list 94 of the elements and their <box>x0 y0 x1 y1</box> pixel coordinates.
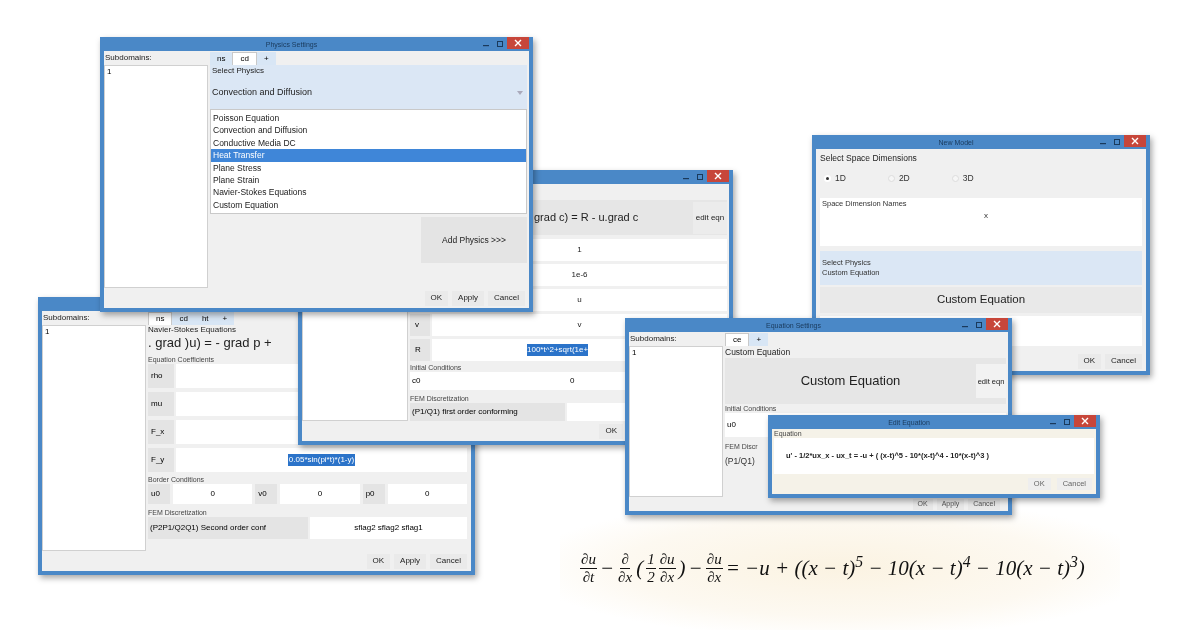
dropdown-option[interactable]: Heat Transfer <box>211 149 526 162</box>
condition-label: u0 <box>726 419 737 431</box>
coefficient-label: F_x <box>148 420 174 444</box>
coefficient-label: v <box>410 314 430 336</box>
dialog-button[interactable]: OK <box>366 553 391 569</box>
coefficient-label: mu <box>148 392 174 416</box>
condition-label: u0 <box>148 484 170 504</box>
fraction-denominator: 2 <box>646 569 656 586</box>
maximize-icon <box>495 40 505 48</box>
dialog-button[interactable]: OK <box>424 290 449 306</box>
edit-equation-button[interactable]: edit eqn <box>693 201 727 234</box>
tab[interactable]: ns <box>148 312 173 325</box>
condition-label: p0 <box>362 484 385 504</box>
close-button[interactable] <box>1124 135 1146 147</box>
radio-button[interactable] <box>824 174 831 182</box>
dropdown-option[interactable]: Plane Strain <box>211 174 526 187</box>
equation-button[interactable]: Custom Equation <box>725 358 976 404</box>
input-field[interactable]: sflag2 sflag2 sflag1 <box>310 517 467 539</box>
maximize-icon <box>1062 418 1072 426</box>
condition-label: v0 <box>255 484 278 504</box>
radio-label: 3D <box>962 171 974 185</box>
formula-text: − <box>599 558 615 579</box>
equation-text: grad c) = R - u.grad c <box>534 210 639 226</box>
dialog-button[interactable]: OK <box>599 423 623 439</box>
list-label: Subdomains: <box>42 312 91 324</box>
radio-label: 2D <box>898 171 910 185</box>
tab[interactable]: cd <box>232 52 257 65</box>
input-field[interactable]: 0 <box>280 484 360 504</box>
caret-icon <box>517 91 523 95</box>
dropdown-option[interactable]: Conductive Media DC <box>211 136 526 150</box>
coefficient-label: rho <box>148 364 174 388</box>
equation-text: . grad )u) = - grad p + <box>148 335 272 351</box>
dialog-button[interactable]: Apply <box>452 290 485 306</box>
fraction-numerator: 1 <box>646 551 656 569</box>
fraction-numerator: ∂u <box>705 551 723 569</box>
close-button[interactable] <box>507 37 529 49</box>
fraction-denominator: ∂x <box>659 569 676 586</box>
fraction-denominator: ∂t <box>581 569 596 586</box>
close-button[interactable] <box>1074 415 1096 427</box>
formula-text: ( <box>636 558 644 579</box>
section-label: Select Space Dimensions <box>820 152 918 164</box>
discretization-label: (P2P1/Q2Q1) Second order conf <box>148 517 308 539</box>
list-label: Subdomains: <box>104 52 153 64</box>
dialog-button[interactable]: Cancel <box>488 290 525 306</box>
tab[interactable]: ns <box>210 52 233 65</box>
close-icon <box>1131 137 1139 145</box>
fraction-denominator: ∂x <box>617 569 634 586</box>
field-value: x <box>983 210 988 222</box>
close-icon <box>514 39 522 47</box>
dropdown-option[interactable]: Navier-Stokes Equations <box>211 186 526 199</box>
input-field[interactable]: 0 <box>387 484 467 504</box>
equation-button[interactable]: Custom Equation <box>820 287 1142 313</box>
dropdown-option[interactable]: Poisson Equation <box>211 112 526 125</box>
coefficient-label: R <box>410 339 430 361</box>
fraction-numerator: ∂u <box>658 551 676 569</box>
radio-label: 1D <box>835 171 846 185</box>
tab[interactable]: ce <box>725 333 750 346</box>
coefficient-label: F_y <box>148 448 174 472</box>
formula-text: ) <box>678 558 686 579</box>
fraction-numerator: ∂u <box>580 551 597 569</box>
tab[interactable]: ht <box>194 312 216 325</box>
dialog-button[interactable]: Apply <box>394 553 427 569</box>
fraction-numerator: ∂ <box>620 551 630 569</box>
dialog-button[interactable]: Cancel <box>1105 353 1142 369</box>
physics-dropdown[interactable]: Convection and Diffusion <box>210 77 527 109</box>
maximize-icon <box>695 173 705 181</box>
condition-label: c0 <box>410 372 430 390</box>
formula-text: − <box>688 558 703 579</box>
close-icon <box>1081 417 1089 425</box>
physics-name: Custom Equation <box>725 346 792 358</box>
list-item[interactable]: 1 <box>105 66 207 77</box>
dropdown-option[interactable]: Convection and Diffusion <box>211 124 526 137</box>
dropdown-option[interactable]: Plane Stress <box>211 161 526 175</box>
field-label: Select Physics <box>211 65 266 77</box>
add-physics-button[interactable]: Add Physics >>> <box>421 217 527 264</box>
close-icon <box>993 320 1001 328</box>
formula-text: = −u + ((x − t)$^{5}$ − 10(x − t)$^{4}$ − 10(x − t)$^{3}$) <box>725 558 1085 579</box>
fraction-denominator: ∂x <box>706 569 723 586</box>
list-item[interactable]: 1 <box>43 326 145 337</box>
tab[interactable]: cd <box>172 312 195 325</box>
close-icon <box>714 172 722 180</box>
maximize-icon <box>974 321 984 329</box>
discretization-label: (P1/Q1) first order conforming <box>410 403 565 421</box>
dialog-button[interactable]: Cancel <box>430 553 467 569</box>
dialog-button[interactable]: OK <box>1077 353 1102 369</box>
discretization-label: (P1/Q1) <box>725 455 755 468</box>
list-item[interactable]: 1 <box>630 347 722 358</box>
close-button[interactable] <box>986 318 1008 330</box>
input-field[interactable]: 0 <box>173 484 253 504</box>
close-button[interactable] <box>707 170 729 182</box>
tab[interactable]: + <box>749 333 769 346</box>
dropdown-option[interactable]: Custom Equation <box>211 198 526 212</box>
input-field[interactable]: 0.05*sin(pi*t)*(1-y) <box>176 448 467 472</box>
maximize-icon <box>1112 138 1122 146</box>
